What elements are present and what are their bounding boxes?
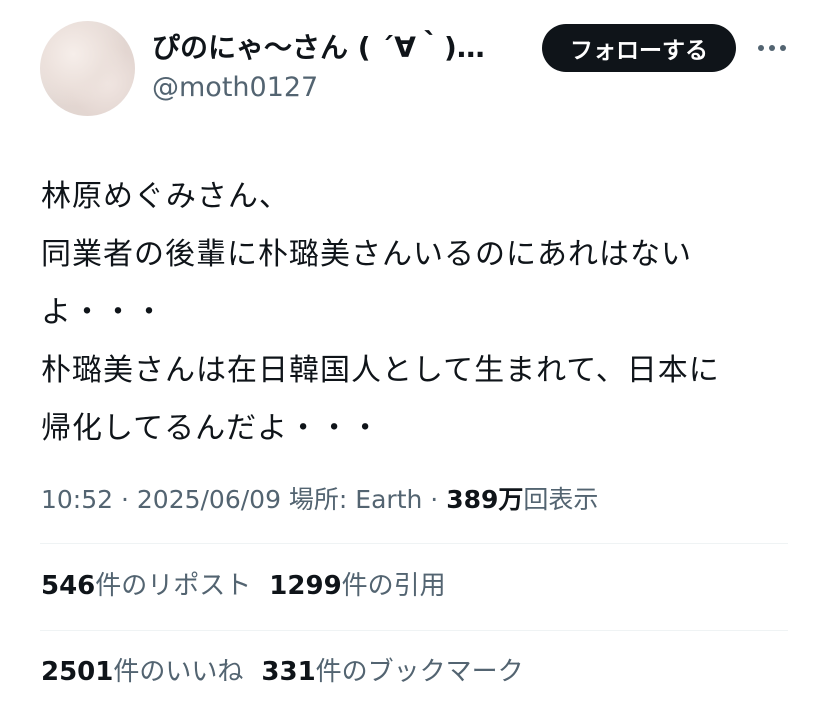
tweet-time[interactable]: 10:52	[41, 485, 113, 514]
stats-row-likes: 2501件のいいね 331件のブックマーク	[41, 650, 542, 694]
meta-separator: ·	[422, 485, 447, 514]
views-label: 回表示	[523, 485, 599, 514]
meta-separator: ·	[113, 485, 137, 514]
follow-button[interactable]: フォローする	[542, 24, 736, 72]
author-handle[interactable]: @moth0127	[152, 70, 318, 106]
views-count: 389万	[446, 485, 524, 514]
more-options-icon[interactable]	[752, 33, 792, 63]
tweet-date[interactable]: 2025/06/09	[137, 485, 281, 514]
quotes-count: 1299	[269, 571, 342, 601]
bookmarks-label: 件のブックマーク	[315, 657, 524, 687]
quotes-label: 件の引用	[341, 571, 446, 601]
tweet-line: 林原めぐみさん、	[41, 179, 290, 214]
tweet-line: 帰化してるんだよ・・・	[41, 411, 382, 446]
avatar[interactable]	[40, 21, 135, 116]
reposts-stat[interactable]: 546件のリポスト	[41, 564, 251, 608]
reposts-count: 546	[41, 571, 96, 601]
divider	[40, 543, 788, 544]
likes-label: 件のいいね	[113, 657, 244, 687]
dot-icon	[769, 45, 775, 51]
tweet-text: 林原めぐみさん、 同業者の後輩に朴璐美さんいるのにあれはない よ・・・ 朴璐美さ…	[41, 168, 801, 458]
dot-icon	[780, 45, 786, 51]
stats-row-reposts: 546件のリポスト 1299件の引用	[41, 564, 464, 608]
likes-count: 2501	[41, 657, 114, 687]
reposts-label: 件のリポスト	[95, 571, 252, 601]
quotes-stat[interactable]: 1299件の引用	[269, 564, 445, 608]
bookmarks-count: 331	[261, 657, 316, 687]
tweet-line: 同業者の後輩に朴璐美さんいるのにあれはない	[41, 237, 692, 272]
tweet-location: 場所: Earth	[280, 485, 423, 514]
likes-stat[interactable]: 2501件のいいね	[41, 650, 243, 694]
tweet-header: ぴのにゃ〜さん ( ´∀｀)… @moth0127 フォローする	[0, 0, 828, 140]
bookmarks-stat[interactable]: 331件のブックマーク	[261, 650, 523, 694]
tweet-meta: 10:52 · 2025/06/09 場所: Earth · 389万回表示	[41, 478, 598, 522]
author-display-name[interactable]: ぴのにゃ〜さん ( ´∀｀)…	[152, 28, 502, 68]
tweet-line: よ・・・	[41, 295, 165, 330]
tweet-line: 朴璐美さんは在日韓国人として生まれて、日本に	[41, 353, 720, 388]
divider	[40, 630, 788, 631]
dot-icon	[758, 45, 764, 51]
